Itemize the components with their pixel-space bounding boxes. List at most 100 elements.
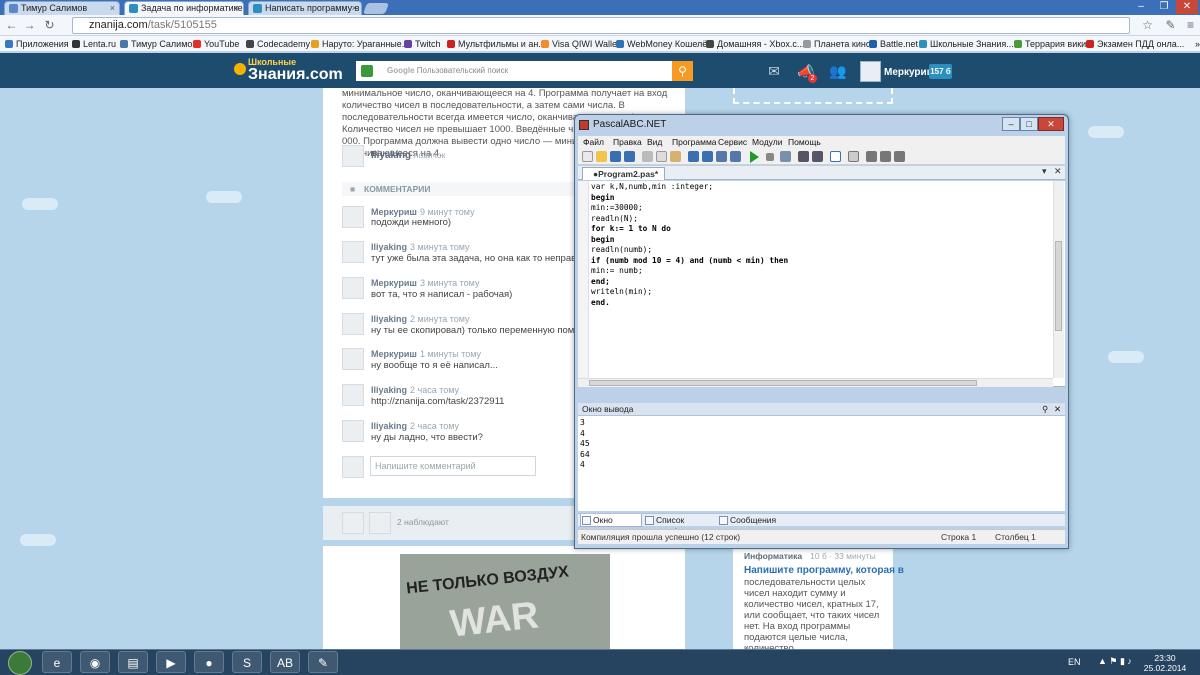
avatar[interactable]: [342, 313, 364, 335]
menu-view[interactable]: Вид: [647, 136, 662, 149]
stop-icon[interactable]: [766, 153, 774, 161]
media-player-icon[interactable]: ▶: [156, 651, 186, 673]
code-editor[interactable]: var k,N,numb,min :integer; begin min:=30…: [578, 181, 1065, 387]
author-name[interactable]: Iliyaking: [371, 150, 411, 161]
explorer-folder-icon[interactable]: ▤: [118, 651, 148, 673]
tab-error-list[interactable]: Список ошибок: [644, 514, 714, 537]
address-bar[interactable]: znanija.com/task/5105155: [72, 17, 1130, 34]
paste-icon[interactable]: [670, 151, 681, 162]
skype-icon[interactable]: S: [232, 651, 262, 673]
menu-help[interactable]: Помощь: [788, 136, 821, 149]
avatar[interactable]: [342, 420, 364, 442]
tab-compiler-messages[interactable]: Сообщения компилятора: [718, 514, 828, 537]
menu-edit[interactable]: Правка: [613, 136, 642, 149]
avatar[interactable]: [342, 348, 364, 370]
cut-icon[interactable]: [642, 151, 653, 162]
header-username[interactable]: Меркуриш: [884, 67, 935, 78]
redo-icon[interactable]: [702, 151, 713, 162]
tray-icons[interactable]: ▲ ⚑ ▮ ♪: [1098, 656, 1132, 667]
paint-icon[interactable]: ✎: [308, 651, 338, 673]
open-folder-icon[interactable]: [596, 151, 607, 162]
code-text[interactable]: var k,N,numb,min :integer; begin min:=30…: [591, 182, 788, 308]
close-tab-icon[interactable]: ×: [234, 2, 239, 15]
extension-icon[interactable]: ✎: [1163, 18, 1178, 33]
bookmark[interactable]: Экзамен ПДД онла...: [1086, 38, 1184, 50]
clock[interactable]: 23:30 25.02.2014: [1140, 653, 1190, 673]
bookmark[interactable]: Тимур Салимов: [120, 38, 197, 50]
tab-output-window[interactable]: Окно вывода: [580, 514, 642, 537]
bookmark[interactable]: Twitch: [404, 38, 441, 50]
browser-tab-3[interactable]: Написать программу в п ×: [248, 1, 362, 15]
avatar[interactable]: [342, 512, 364, 534]
more-bookmarks-icon[interactable]: »: [1184, 38, 1200, 50]
scrollbar-thumb[interactable]: [589, 380, 977, 386]
compile-icon[interactable]: [780, 151, 791, 162]
menu-service[interactable]: Сервис: [718, 136, 747, 149]
maximize-icon[interactable]: ❐: [1153, 0, 1175, 14]
debug-icon[interactable]: [848, 151, 859, 162]
form-designer-icon[interactable]: [866, 151, 877, 162]
menu-icon[interactable]: ≡: [1183, 18, 1198, 33]
green-app-icon[interactable]: ●: [194, 651, 224, 673]
browser-tab-1[interactable]: Тимур Салимов ×: [4, 1, 120, 15]
bookmark[interactable]: Codecademy: [246, 38, 310, 50]
settings-icon[interactable]: [894, 151, 905, 162]
pascalabc-taskbar-icon[interactable]: AB: [270, 651, 300, 673]
bookmark[interactable]: Lenta.ru: [72, 38, 116, 50]
bookmark[interactable]: Visa QIWI Wallet: [541, 38, 620, 50]
close-panel-icon[interactable]: ✕: [1054, 403, 1061, 416]
close-icon[interactable]: ✕: [1038, 117, 1064, 131]
minimize-icon[interactable]: –: [1130, 0, 1152, 14]
save-icon[interactable]: [610, 151, 621, 162]
code-icon[interactable]: [880, 151, 891, 162]
bookmark[interactable]: YouTube: [193, 38, 239, 50]
save-all-icon[interactable]: [624, 151, 635, 162]
bookmark[interactable]: WebMoney Кошелёк: [616, 38, 711, 50]
step-into-icon[interactable]: [798, 151, 809, 162]
site-logo[interactable]: Школьные Знания.com: [234, 57, 344, 83]
menu-modules[interactable]: Модули: [752, 136, 782, 149]
step-over-icon[interactable]: [812, 151, 823, 162]
avatar[interactable]: [342, 384, 364, 406]
search-button[interactable]: ⚲: [672, 61, 693, 81]
pin-icon[interactable]: ⚲: [1042, 403, 1048, 416]
star-icon[interactable]: ☆: [1140, 18, 1155, 33]
friends-icon[interactable]: 👥: [829, 63, 847, 79]
mail-icon[interactable]: ✉: [765, 63, 783, 79]
close-tab-icon[interactable]: ×: [110, 2, 115, 15]
search-input[interactable]: Google Пользовательский поиск: [356, 61, 672, 81]
scrollbar-thumb[interactable]: [1055, 241, 1062, 331]
bookmark[interactable]: Планета кино: [803, 38, 871, 50]
back-arrow-icon[interactable]: ←: [4, 18, 19, 33]
avatar[interactable]: [342, 241, 364, 263]
language-indicator[interactable]: EN: [1068, 657, 1081, 667]
start-button[interactable]: [8, 651, 32, 675]
undo-icon[interactable]: [688, 151, 699, 162]
outdent-icon[interactable]: [730, 151, 741, 162]
avatar[interactable]: [369, 512, 391, 534]
avatar[interactable]: [860, 61, 881, 82]
avatar[interactable]: [342, 145, 364, 167]
bookmark-apps[interactable]: Приложения: [5, 38, 69, 50]
bookmark[interactable]: Террария вики: [1014, 38, 1086, 50]
close-tab-icon[interactable]: ×: [352, 2, 357, 15]
ad-banner[interactable]: НЕ ТОЛЬКО ВОЗДУХ WAR: [400, 554, 610, 654]
bookmark[interactable]: Наруто: Ураганные...: [311, 38, 409, 50]
reload-icon[interactable]: ↻: [42, 18, 57, 33]
menu-file[interactable]: Файл: [583, 136, 604, 149]
close-tab-icon[interactable]: ✕: [1054, 166, 1062, 177]
browser-tab-2[interactable]: Задача по информатике ×: [124, 1, 244, 15]
tab-program2[interactable]: ●Program2.pas*: [582, 167, 666, 180]
run-icon[interactable]: [750, 151, 759, 163]
bookmark[interactable]: Школьные Знания....: [919, 38, 1016, 50]
bookmark[interactable]: Battle.net: [869, 38, 918, 50]
new-tab-button[interactable]: [362, 3, 390, 14]
related-title[interactable]: Напишите программу, которая в: [744, 565, 904, 576]
forward-arrow-icon[interactable]: →: [22, 18, 37, 33]
bookmark[interactable]: Мультфильмы и ан...: [447, 38, 546, 50]
bookmark[interactable]: Домашняя - Xbox.c...: [706, 38, 804, 50]
tab-list-icon[interactable]: ▾: [1042, 166, 1047, 177]
avatar[interactable]: [342, 277, 364, 299]
minimize-icon[interactable]: –: [1002, 117, 1020, 131]
indent-icon[interactable]: [716, 151, 727, 162]
